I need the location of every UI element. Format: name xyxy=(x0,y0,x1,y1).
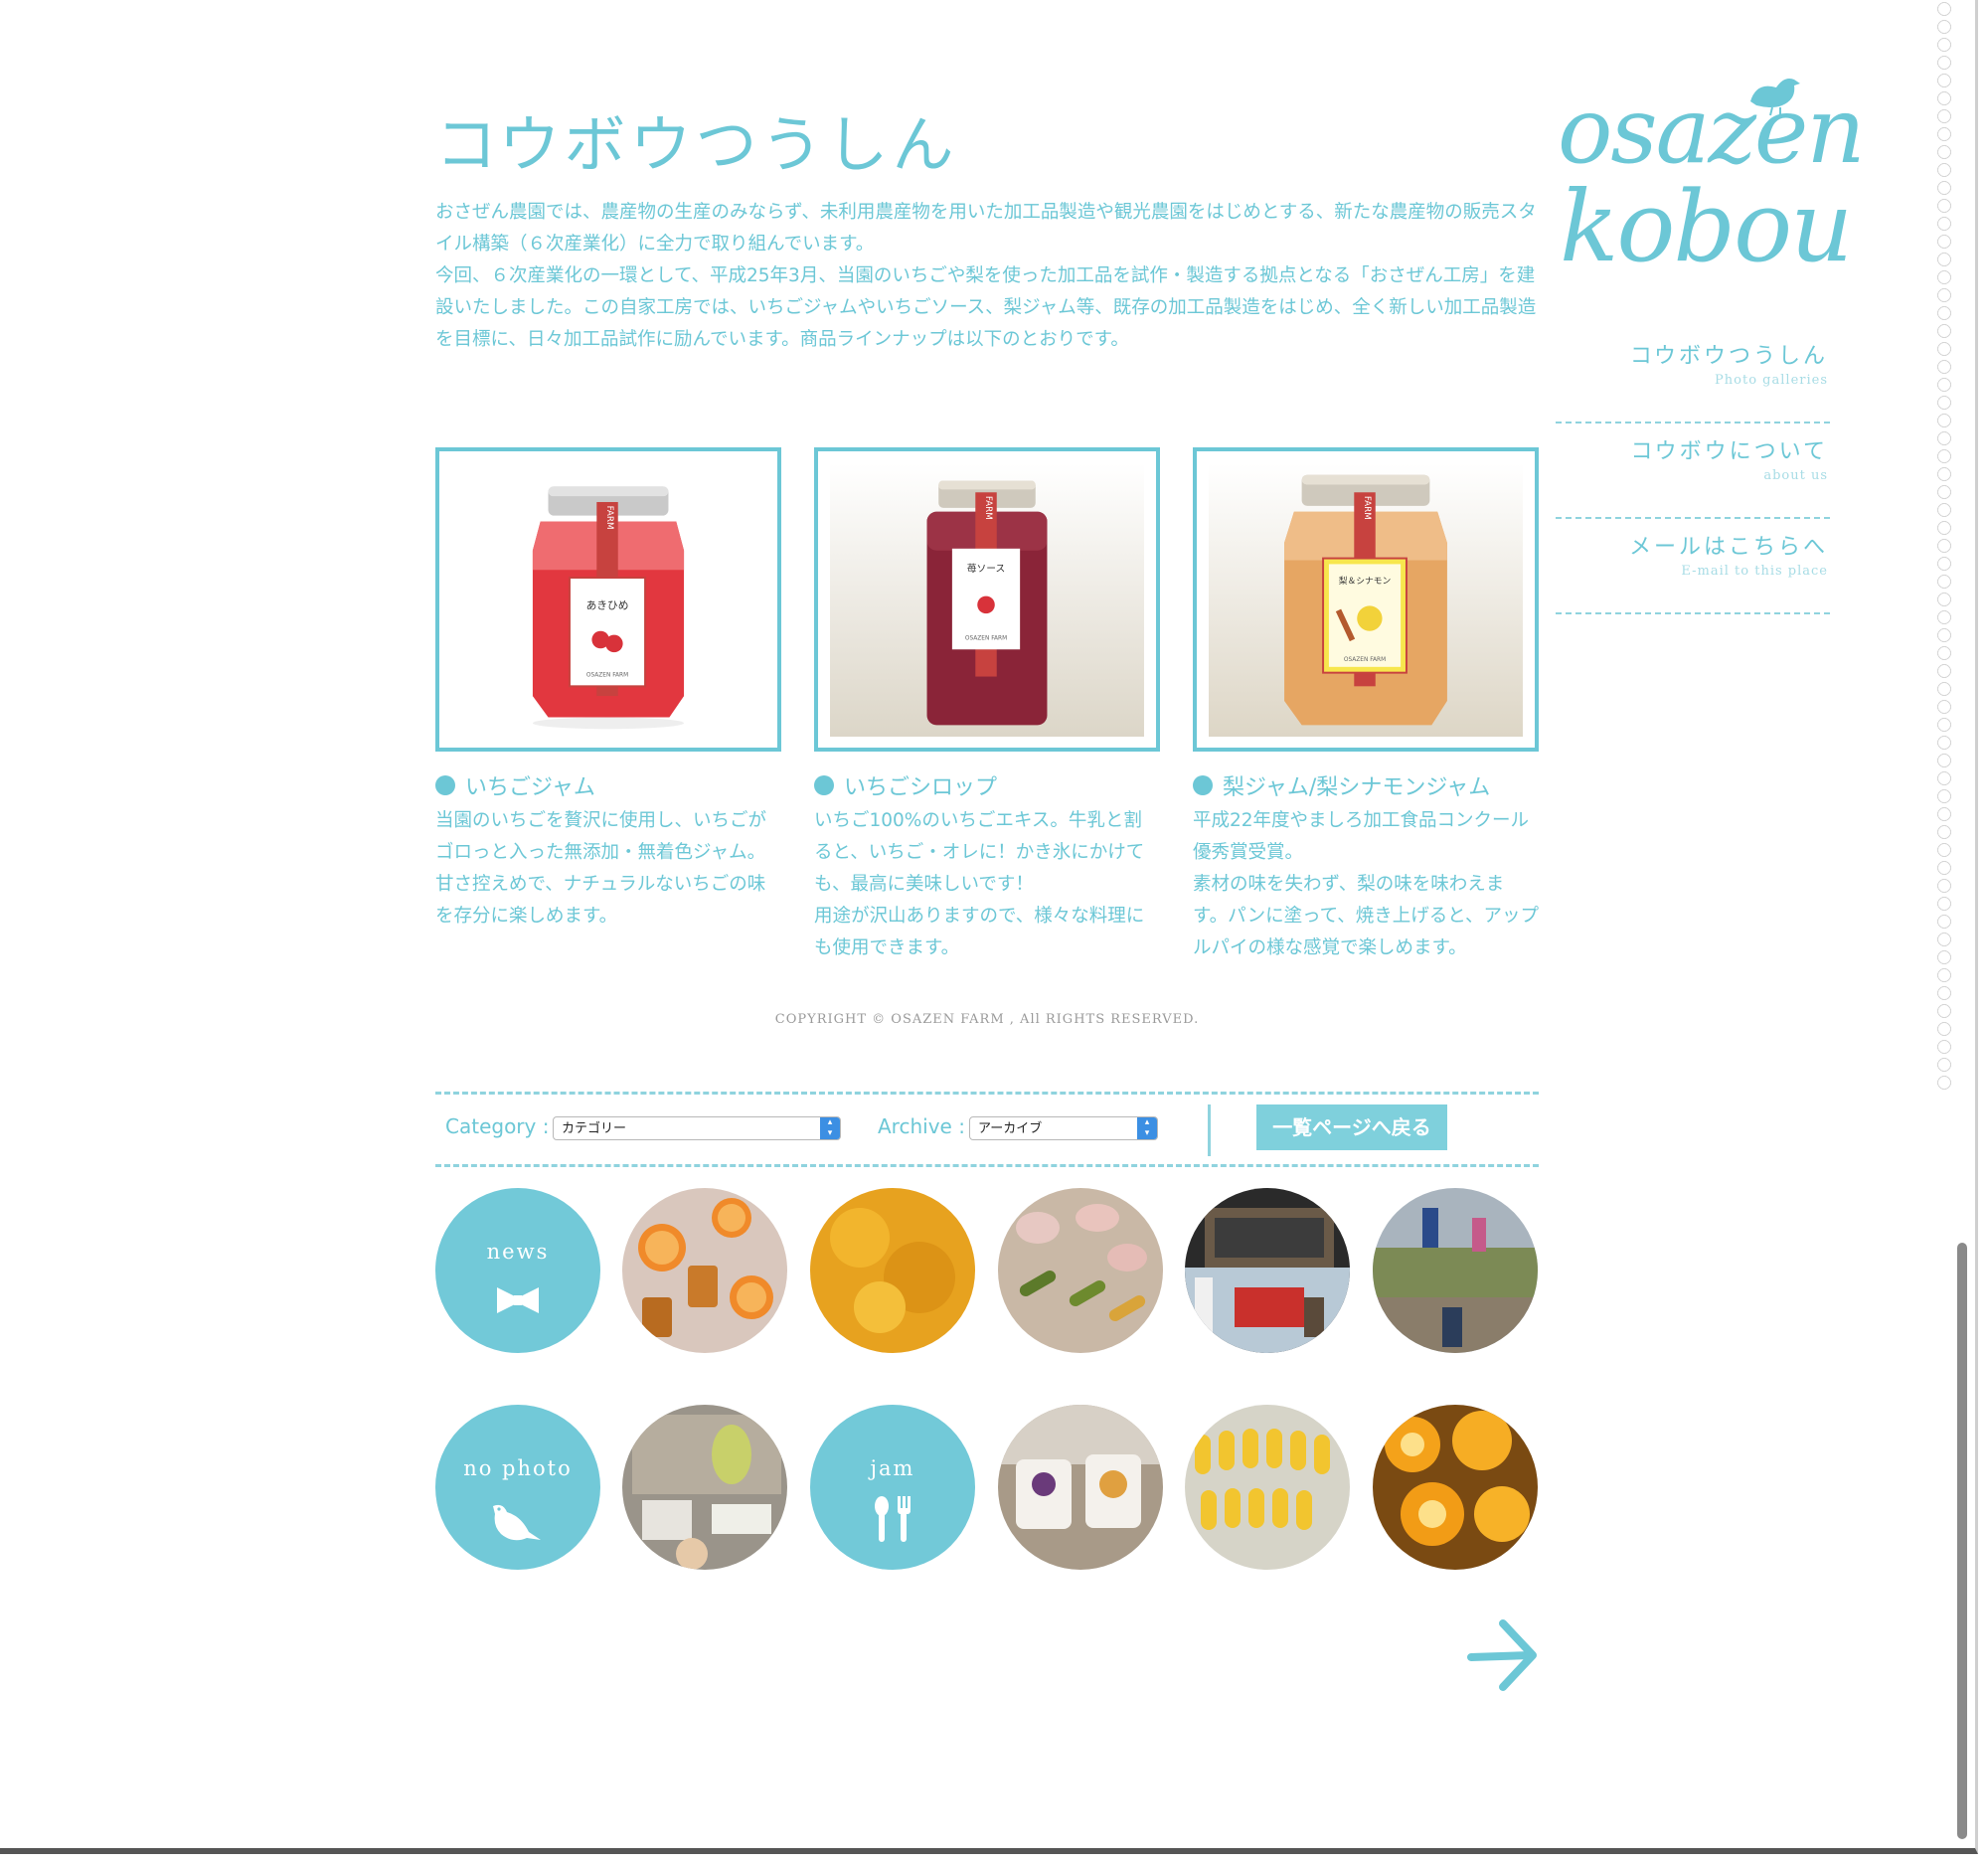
category-label: Category : xyxy=(445,1114,550,1138)
no-photo-label: no photo xyxy=(463,1456,573,1480)
diced-fruit-photo xyxy=(810,1188,975,1353)
logo-text-line1: osazen xyxy=(1558,78,1866,184)
orchard-photo xyxy=(1373,1188,1538,1353)
product-name-text: いちごジャム xyxy=(465,775,595,800)
intro-text: おさぜん農園では、農産物の生産のみならず、未利用農産物を用いた加工品製造や観光農… xyxy=(435,197,1539,356)
site-logo[interactable]: osazen kobou xyxy=(1556,60,1866,288)
bird-icon xyxy=(493,1504,541,1541)
mugs-photo xyxy=(998,1405,1163,1570)
jar-footer-text: OSAZEN FARM xyxy=(1344,657,1386,663)
bullet-icon xyxy=(814,775,834,795)
pear-jam-jar-image: FARM 梨＆シナモン OSAZEN FARM xyxy=(1209,463,1523,738)
nav-label-en: about us xyxy=(1763,468,1828,483)
product-description: いちご100%のいちごエキス。牛乳と割ると、いちご・オレに！かき氷にかけても、最… xyxy=(814,810,1145,958)
gallery-item-no-photo[interactable]: no photo xyxy=(435,1405,600,1570)
product-description: 平成22年度やましろ加工食品コンクール優秀賞受賞。 素材の味を失わず、梨の味を味… xyxy=(1193,810,1539,958)
news-label: news xyxy=(486,1240,550,1264)
nav-label-jp: コウボウについて xyxy=(1630,439,1828,464)
product-image-frame[interactable]: FARM 梨＆シナモン OSAZEN FARM xyxy=(1193,447,1539,752)
jar-label-text: あきひめ xyxy=(586,598,629,611)
gallery-photo[interactable] xyxy=(810,1188,975,1353)
filter-bar: Category : カテゴリー ▴ ▾ Archive : アーカイブ ▴ ▾ 一… xyxy=(435,1092,1539,1167)
sidebar-item-about-us[interactable]: コウボウについて about us xyxy=(1556,424,1830,519)
bullet-icon xyxy=(435,775,455,795)
jar-label-text: 苺ソース xyxy=(967,563,1006,575)
strawberry-jam-jar-image: FARM あきひめ OSAZEN FARM xyxy=(451,463,765,738)
decorative-edge xyxy=(1935,0,1953,1094)
logo-text-line2: kobou xyxy=(1560,171,1853,284)
sweets-photo xyxy=(998,1188,1163,1353)
scrollbar[interactable] xyxy=(1957,1243,1967,1839)
category-select[interactable]: カテゴリー ▴ ▾ xyxy=(553,1116,841,1140)
orange-slices-photo xyxy=(622,1188,787,1353)
nav-label-en: E-mail to this place xyxy=(1681,564,1828,579)
gallery-photo[interactable] xyxy=(1373,1405,1538,1570)
gallery-photo[interactable] xyxy=(1185,1188,1350,1353)
nav-label-jp: コウボウつうしん xyxy=(1629,344,1828,369)
copyright-text: COPYRIGHT © OSAZEN FARM , All RIGHTS RES… xyxy=(774,1012,1200,1027)
gallery-photo[interactable] xyxy=(1373,1188,1538,1353)
bullet-icon xyxy=(1193,775,1213,795)
select-arrows-icon: ▴ ▾ xyxy=(820,1117,840,1139)
sidebar-item-email[interactable]: メールはこちらへ E-mail to this place xyxy=(1556,519,1830,614)
jam-label: jam xyxy=(870,1456,915,1480)
intro-paragraph: おさぜん農園では、農産物の生産のみならず、未利用農産物を用いた加工品製造や観光農… xyxy=(435,202,1537,254)
spoon-fork-icon xyxy=(875,1496,911,1542)
gallery-item-jam[interactable]: jam xyxy=(810,1405,975,1570)
product-card: FARM 梨＆シナモン OSAZEN FARM 梨ジャム/梨シナモンジャム 平成… xyxy=(1193,447,1539,964)
product-description: 当園のいちごを贅沢に使用し、いちごがゴロっと入った無添加・無着色ジャム。 甘さ控… xyxy=(435,810,767,927)
jar-footer-text: OSAZEN FARM xyxy=(586,673,628,679)
product-card: FARM あきひめ OSAZEN FARM いちごジャム 当園のいちごを贅沢に使… xyxy=(435,447,781,933)
next-page-arrow-icon[interactable] xyxy=(1467,1615,1541,1695)
browser-window: コウボウつうしん おさぜん農園では、農産物の生産のみならず、未利用農産物を用いた… xyxy=(0,0,1978,1854)
back-to-list-button[interactable]: 一覧ページへ戻る xyxy=(1256,1104,1447,1150)
gallery-photo[interactable] xyxy=(998,1405,1163,1570)
jar-brand-text: FARM xyxy=(983,496,993,520)
nav-label-en: Photo galleries xyxy=(1715,373,1828,388)
strawberry-syrup-jar-image: FARM 苺ソース OSAZEN FARM xyxy=(830,463,1144,738)
product-image-frame[interactable]: FARM あきひめ OSAZEN FARM xyxy=(435,447,781,752)
product-name: いちごシロップ xyxy=(814,769,1160,801)
product-name: 梨ジャム/梨シナモンジャム xyxy=(1193,769,1539,801)
bow-tie-icon xyxy=(497,1287,539,1313)
shrine-photo xyxy=(1185,1188,1350,1353)
jar-footer-text: OSAZEN FARM xyxy=(965,636,1007,642)
sidebar-item-photo-galleries[interactable]: コウボウつうしん Photo galleries xyxy=(1556,328,1830,424)
select-arrows-icon: ▴ ▾ xyxy=(1137,1117,1157,1139)
gallery-photo[interactable] xyxy=(1185,1405,1350,1570)
product-image-frame[interactable]: FARM 苺ソース OSAZEN FARM xyxy=(814,447,1160,752)
archive-label: Archive : xyxy=(878,1114,965,1138)
archive-select-value: アーカイブ xyxy=(978,1121,1043,1136)
dried-fruit-photo xyxy=(1185,1405,1350,1570)
gallery-photo[interactable] xyxy=(622,1188,787,1353)
event-booth-photo xyxy=(622,1405,787,1570)
product-name: いちごジャム xyxy=(435,769,781,801)
gallery-photo[interactable] xyxy=(622,1405,787,1570)
category-select-value: カテゴリー xyxy=(562,1121,627,1136)
jar-label-text: 梨＆シナモン xyxy=(1339,575,1392,587)
product-card: FARM 苺ソース OSAZEN FARM いちごシロップ いちご100%のいち… xyxy=(814,447,1160,964)
sidebar-nav: コウボウつうしん Photo galleries コウボウについて about … xyxy=(1556,328,1830,614)
product-name-text: 梨ジャム/梨シナモンジャム xyxy=(1223,775,1491,800)
nav-label-jp: メールはこちらへ xyxy=(1628,535,1828,560)
gallery-photo[interactable] xyxy=(998,1188,1163,1353)
page-title: コウボウつうしん xyxy=(435,108,958,181)
product-name-text: いちごシロップ xyxy=(844,775,998,800)
gallery-item-news[interactable]: news xyxy=(435,1188,600,1353)
divider xyxy=(1208,1104,1211,1156)
cut-oranges-photo xyxy=(1373,1405,1538,1570)
jar-brand-text: FARM xyxy=(604,506,614,530)
intro-paragraph: 今回、６次産業化の一環として、平成25年3月、当園のいちごや梨を使った加工品を試… xyxy=(435,265,1537,350)
archive-select[interactable]: アーカイブ ▴ ▾ xyxy=(969,1116,1158,1140)
jar-brand-text: FARM xyxy=(1362,496,1372,520)
